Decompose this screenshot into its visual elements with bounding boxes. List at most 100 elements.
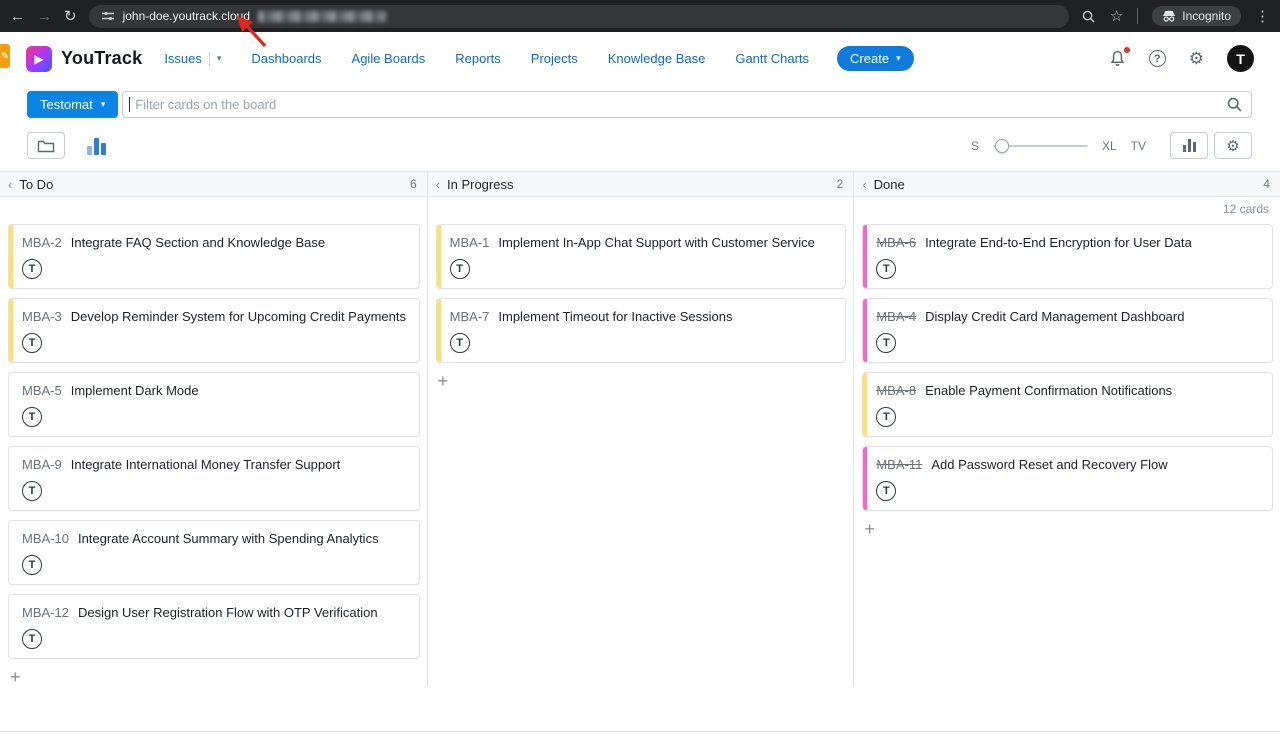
collapse-column-icon[interactable]: ‹	[436, 178, 440, 191]
filter-input[interactable]	[122, 91, 1252, 118]
issue-id[interactable]: MBA-6	[876, 235, 916, 250]
assignee-avatar[interactable]: T	[450, 333, 470, 353]
assignee-avatar[interactable]: T	[450, 259, 470, 279]
issue-summary[interactable]: Develop Reminder System for Upcoming Cre…	[71, 309, 406, 324]
issue-card[interactable]: MBA-4 Display Credit Card Management Dash…	[862, 298, 1273, 363]
board-settings-button[interactable]: ⚙	[1214, 132, 1252, 159]
column-header-done[interactable]: ‹ Done 4	[853, 172, 1280, 196]
issue-id[interactable]: MBA-2	[22, 235, 62, 250]
assignee-avatar[interactable]: T	[22, 555, 42, 575]
issue-summary[interactable]: Implement Timeout for Inactive Sessions	[498, 309, 732, 324]
issue-summary[interactable]: Enable Payment Confirmation Notification…	[925, 383, 1172, 398]
issue-card[interactable]: MBA-1 Implement In-App Chat Support with …	[436, 224, 847, 289]
card-title-row: MBA-7 Implement Timeout for Inactive Sess…	[450, 309, 836, 324]
issue-card[interactable]: MBA-7 Implement Timeout for Inactive Sess…	[436, 298, 847, 363]
create-button[interactable]: Create ▾	[837, 46, 914, 71]
issue-id[interactable]: MBA-10	[22, 531, 69, 546]
issue-id[interactable]: MBA-11	[876, 457, 922, 472]
issue-summary[interactable]: Integrate End-to-End Encryption for User…	[925, 235, 1192, 250]
issue-id[interactable]: MBA-8	[876, 383, 916, 398]
bookmark-star-icon[interactable]: ☆	[1110, 9, 1123, 24]
issue-summary[interactable]: Integrate Account Summary with Spending …	[78, 531, 379, 546]
assignee-avatar[interactable]: T	[22, 259, 42, 279]
back-icon[interactable]: ←	[10, 9, 25, 24]
edge-edit-icon[interactable]: ✎	[0, 44, 10, 68]
issue-card[interactable]: MBA-9 Integrate International Money Trans…	[8, 446, 420, 511]
chart-button[interactable]	[1170, 132, 1208, 159]
reload-icon[interactable]: ↻	[64, 9, 77, 24]
issue-summary[interactable]: Implement Dark Mode	[71, 383, 199, 398]
column-count: 2	[837, 177, 844, 191]
issue-id[interactable]: MBA-12	[22, 605, 69, 620]
slider-knob[interactable]	[995, 139, 1009, 153]
issue-id[interactable]: MBA-4	[876, 309, 916, 324]
nav-item-gantt-charts[interactable]: Gantt Charts	[735, 51, 809, 66]
site-info-icon[interactable]	[101, 9, 115, 23]
assignee-avatar[interactable]: T	[22, 333, 42, 353]
search-icon[interactable]	[1226, 96, 1243, 113]
assignee-avatar[interactable]: T	[876, 259, 896, 279]
column-header-todo[interactable]: ‹ To Do 6	[0, 172, 427, 196]
nav-issues-label[interactable]: Issues	[164, 51, 202, 66]
collapse-column-icon[interactable]: ‹	[862, 178, 866, 191]
nav-item-projects[interactable]: Projects	[531, 51, 578, 66]
add-card-button[interactable]: +	[864, 520, 880, 538]
app-header: ✎ ▶ YouTrack Issues ▾ Dashboards Agile B…	[0, 32, 1280, 85]
tv-mode-button[interactable]: TV	[1131, 139, 1146, 153]
nav-item-dashboards[interactable]: Dashboards	[251, 51, 321, 66]
assignee-avatar[interactable]: T	[876, 407, 896, 427]
issue-id[interactable]: MBA-3	[22, 309, 62, 324]
browser-menu-icon[interactable]: ⋮	[1255, 9, 1270, 24]
user-avatar[interactable]: T	[1227, 45, 1254, 72]
issue-summary[interactable]: Display Credit Card Management Dashboard	[925, 309, 1184, 324]
issue-summary[interactable]: Integrate International Money Transfer S…	[71, 457, 341, 472]
url-text[interactable]: john-doe.youtrack.cloud	[123, 9, 250, 23]
issue-summary[interactable]: Implement In-App Chat Support with Custo…	[498, 235, 814, 250]
address-bar[interactable]: john-doe.youtrack.cloud	[89, 5, 1069, 28]
card-size-slider[interactable]	[993, 139, 1088, 153]
assignee-avatar[interactable]: T	[876, 333, 896, 353]
board-selector-label: Testomat	[40, 97, 93, 112]
issue-card[interactable]: MBA-2 Integrate FAQ Section and Knowledge…	[8, 224, 420, 289]
forward-icon[interactable]: →	[37, 9, 52, 24]
card-accent-stripe	[863, 447, 867, 510]
issue-summary[interactable]: Add Password Reset and Recovery Flow	[931, 457, 1167, 472]
add-card-button[interactable]: +	[10, 668, 26, 686]
nav-item-reports[interactable]: Reports	[455, 51, 501, 66]
issues-caret-icon[interactable]: ▾	[217, 53, 222, 64]
swimlane-chart-icon[interactable]	[87, 137, 106, 155]
youtrack-logo[interactable]: ▶ YouTrack	[26, 46, 142, 72]
issue-card[interactable]: MBA-11 Add Password Reset and Recovery Fl…	[862, 446, 1273, 511]
help-icon[interactable]: ?	[1149, 50, 1166, 67]
issue-card[interactable]: MBA-3 Develop Reminder System for Upcomin…	[8, 298, 420, 363]
zoom-icon[interactable]	[1081, 9, 1096, 24]
notifications-bell-icon[interactable]	[1109, 50, 1126, 68]
issue-card[interactable]: MBA-5 Implement Dark Mode T	[8, 372, 420, 437]
issue-id[interactable]: MBA-1	[450, 235, 490, 250]
issue-card[interactable]: MBA-8 Enable Payment Confirmation Notific…	[862, 372, 1273, 437]
assignee-avatar[interactable]: T	[22, 629, 42, 649]
issue-card[interactable]: MBA-10 Integrate Account Summary with Spe…	[8, 520, 420, 585]
column-header-in-progress[interactable]: ‹ In Progress 2	[427, 172, 854, 196]
board-selector-button[interactable]: Testomat ▾	[27, 91, 118, 118]
issue-summary[interactable]: Integrate FAQ Section and Knowledge Base	[71, 235, 325, 250]
issue-id[interactable]: MBA-9	[22, 457, 62, 472]
main-nav: Issues ▾ Dashboards Agile Boards Reports…	[164, 51, 809, 66]
assignee-avatar[interactable]: T	[876, 481, 896, 501]
collapse-swimlanes-button[interactable]	[27, 132, 65, 159]
issue-card[interactable]: MBA-12 Design User Registration Flow with…	[8, 594, 420, 659]
nav-item-agile-boards[interactable]: Agile Boards	[352, 51, 426, 66]
nav-item-knowledge-base[interactable]: Knowledge Base	[608, 51, 706, 66]
card-accent-stripe	[9, 225, 13, 288]
add-card-button[interactable]: +	[438, 372, 454, 390]
settings-gear-icon[interactable]: ⚙	[1189, 49, 1204, 69]
card-size-controls: S XL TV ⚙	[971, 132, 1252, 159]
assignee-avatar[interactable]: T	[22, 481, 42, 501]
issue-id[interactable]: MBA-5	[22, 383, 62, 398]
issue-id[interactable]: MBA-7	[450, 309, 490, 324]
issue-card[interactable]: MBA-6 Integrate End-to-End Encryption for…	[862, 224, 1273, 289]
issue-summary[interactable]: Design User Registration Flow with OTP V…	[78, 605, 378, 620]
assignee-avatar[interactable]: T	[22, 407, 42, 427]
collapse-column-icon[interactable]: ‹	[8, 178, 12, 191]
nav-item-issues[interactable]: Issues ▾	[164, 51, 221, 66]
